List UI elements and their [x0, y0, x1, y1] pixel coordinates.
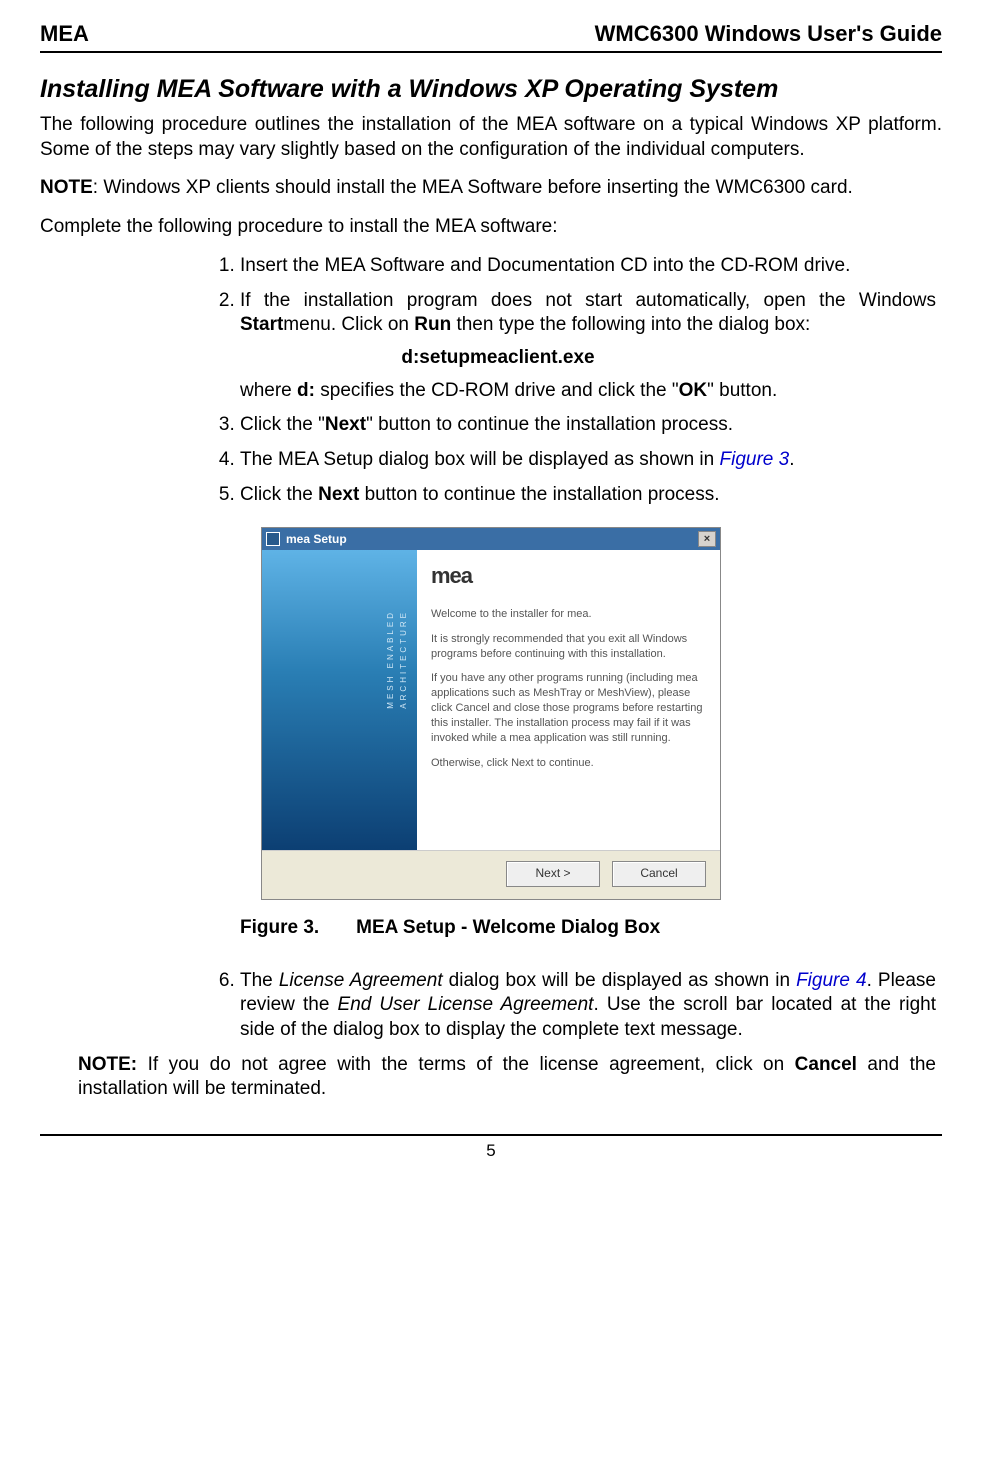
dialog-content: mea Welcome to the installer for mea. It…	[417, 550, 720, 850]
close-icon[interactable]: ×	[698, 531, 716, 547]
next-button[interactable]: Next >	[506, 861, 600, 887]
note-1: NOTE: Windows XP clients should install …	[40, 176, 942, 201]
figure-3-caption: Figure 3. MEA Setup - Welcome Dialog Box	[240, 916, 942, 941]
mea-brand-logo: mea	[262, 770, 268, 840]
dialog-body: mea MESH ENABLED ARCHITECTURE mea Welcom…	[262, 550, 720, 850]
note-1-text: : Windows XP clients should install the …	[93, 177, 853, 198]
dialog-heading: mea	[431, 562, 706, 591]
mea-brand-subtitle: MESH ENABLED ARCHITECTURE	[385, 610, 411, 709]
dialog-p3: If you have any other programs running (…	[431, 671, 706, 745]
step-4: The MEA Setup dialog box will be display…	[240, 448, 942, 473]
mea-setup-dialog: mea Setup × mea MESH ENABLED ARCHITECTUR…	[261, 527, 721, 900]
figure-3-ref: Figure 3	[720, 449, 790, 470]
where-line: where d: specifies the CD-ROM drive and …	[240, 379, 936, 404]
dialog-titlebar: mea Setup ×	[262, 528, 720, 550]
install-steps-list: Insert the MEA Software and Documentatio…	[40, 254, 942, 508]
step-1: Insert the MEA Software and Documentatio…	[240, 254, 942, 279]
note-label: NOTE	[40, 177, 93, 198]
figure-4-ref: Figure 4	[796, 970, 866, 991]
page-number: 5	[40, 1134, 942, 1162]
dialog-button-row: Next > Cancel	[262, 850, 720, 899]
step-3: Click the "Next" button to continue the …	[240, 413, 942, 438]
dialog-sidebar-graphic: mea MESH ENABLED ARCHITECTURE	[262, 550, 417, 850]
header-left: MEA	[40, 20, 89, 49]
dialog-title: mea Setup	[286, 532, 698, 548]
dialog-p4: Otherwise, click Next to continue.	[431, 756, 706, 771]
step-2: If the installation program does not sta…	[240, 289, 942, 404]
dialog-p1: Welcome to the installer for mea.	[431, 607, 706, 622]
install-steps-list-continued: The License Agreement dialog box will be…	[40, 969, 942, 1043]
intro-paragraph: The following procedure outlines the ins…	[40, 113, 942, 162]
cancel-button[interactable]: Cancel	[612, 861, 706, 887]
page-header: MEA WMC6300 Windows User's Guide	[40, 20, 942, 53]
note-2-label: NOTE:	[78, 1054, 137, 1075]
complete-procedure-line: Complete the following procedure to inst…	[40, 215, 942, 240]
step-6: The License Agreement dialog box will be…	[240, 969, 942, 1043]
header-right: WMC6300 Windows User's Guide	[595, 20, 942, 49]
run-command: d:setupmeaclient.exe	[60, 346, 936, 371]
step-5: Click the Next button to continue the in…	[240, 483, 942, 508]
app-icon	[266, 532, 280, 546]
section-title: Installing MEA Software with a Windows X…	[40, 73, 942, 106]
dialog-p2: It is strongly recommended that you exit…	[431, 632, 706, 662]
note-2: NOTE: If you do not agree with the terms…	[78, 1053, 936, 1102]
